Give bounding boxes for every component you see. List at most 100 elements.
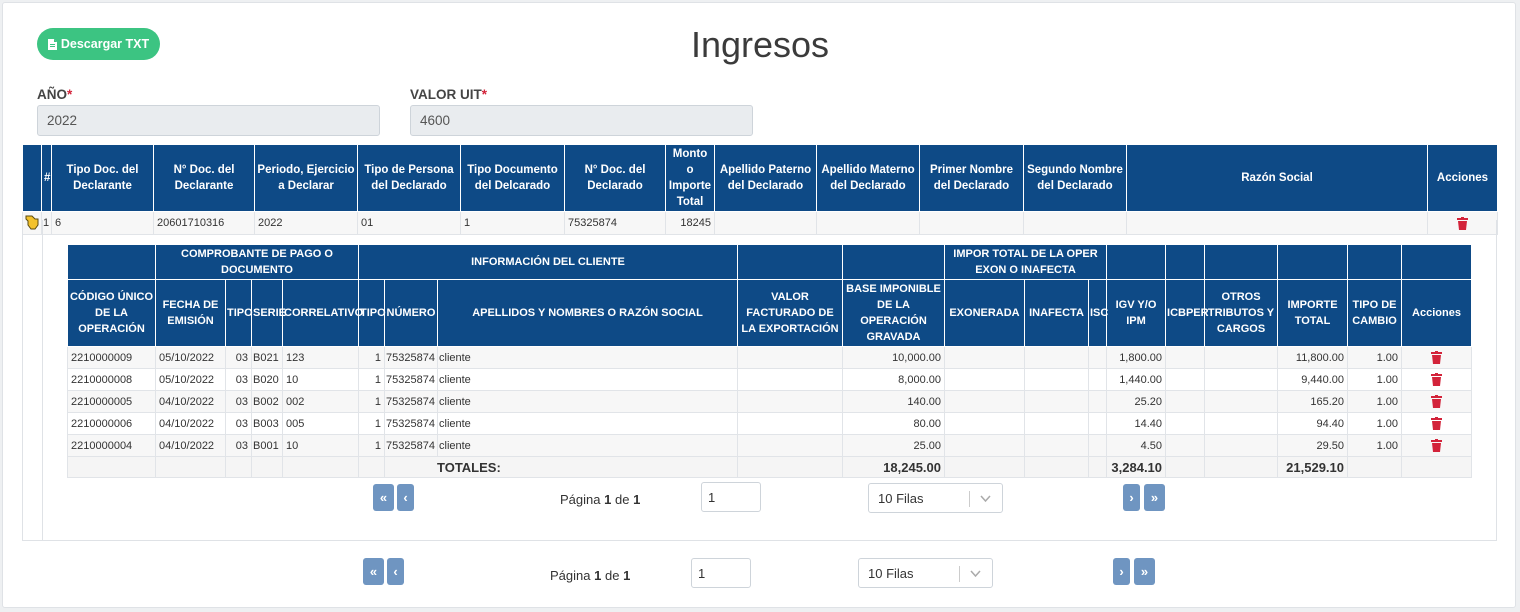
page-indicator: Página 1 de 1 [550, 568, 630, 583]
first-page-button[interactable]: « [363, 558, 384, 585]
col-header: INAFECTA [1024, 279, 1089, 347]
cell-inafecta [1024, 434, 1089, 457]
cell-fecha: 04/10/2022 [155, 434, 226, 457]
cell-fecha: 04/10/2022 [155, 390, 226, 413]
rows-per-page-select[interactable]: 10 Filas [858, 558, 993, 588]
page-number-input[interactable] [701, 482, 761, 512]
rows-per-page-select[interactable]: 10 Filas [868, 483, 1003, 513]
cell-igv: 1,800.00 [1106, 346, 1167, 369]
trash-icon[interactable] [1431, 395, 1443, 408]
uit-required-mark: * [481, 87, 488, 102]
totals-empty [282, 456, 359, 478]
cell-serie: B003 [251, 412, 283, 435]
totals-empty [1024, 456, 1089, 478]
group-header-empty [1401, 244, 1473, 280]
cell-exonerada [944, 390, 1025, 413]
cell-tipo: 03 [225, 390, 252, 413]
cell-igv: 25.20 [1106, 390, 1167, 413]
trash-icon[interactable] [1431, 373, 1443, 386]
cell-fecha: 05/10/2022 [155, 346, 226, 369]
cell-correlativo: 123 [282, 346, 359, 369]
cell-nombre: cliente [437, 412, 738, 435]
uit-label-text: VALOR UIT [410, 87, 482, 102]
cell-numero: 75325874 [384, 368, 438, 391]
totals-base: 18,245.00 [842, 456, 945, 478]
totals-empty [251, 456, 283, 478]
col-header: SERIE [251, 279, 286, 347]
last-page-button[interactable]: » [1134, 558, 1155, 585]
col-header: Periodo, Ejercicio a Declarar [254, 144, 358, 212]
cell-codigo: 2210000008 [67, 368, 156, 391]
totals-empty [1401, 456, 1473, 478]
cell-tipo: 03 [225, 434, 252, 457]
cell-importe: 94.40 [1277, 412, 1349, 435]
col-header: Tipo Documento del Delcarado [460, 144, 565, 212]
year-required-mark: * [67, 87, 73, 102]
cell-codigo: 2210000006 [67, 412, 156, 435]
cell-otros [1204, 390, 1279, 413]
group-header-empty [737, 244, 843, 280]
cell-actions [1401, 346, 1473, 369]
cell-correlativo: 10 [282, 368, 359, 391]
cell-tipo: 03 [225, 368, 252, 391]
table-row: 2210000005 04/10/2022 03 B002 002 1 7532… [67, 390, 1473, 413]
totals-importe: 21,529.10 [1277, 456, 1349, 478]
col-header: Razón Social [1126, 144, 1428, 212]
col-header: ICBPER [1165, 279, 1209, 347]
cell-cambio: 1.00 [1347, 368, 1403, 391]
cell-fecha: 05/10/2022 [155, 368, 226, 391]
cell-importe: 165.20 [1277, 390, 1349, 413]
table-row: 2210000008 05/10/2022 03 B020 10 1 75325… [67, 368, 1473, 391]
cell-serie: B021 [251, 346, 283, 369]
group-header-empty [1165, 244, 1206, 280]
last-page-button[interactable]: » [1144, 484, 1165, 511]
cell-isc [1087, 368, 1108, 391]
receipts-table: COMPROBANTE DE PAGO O DOCUMENTO INFORMAC… [67, 244, 1473, 478]
prev-page-button[interactable]: ‹ [397, 484, 414, 511]
prev-page-button[interactable]: ‹ [387, 558, 404, 585]
cell-valor-exportacion [737, 412, 843, 435]
group-header-cliente: INFORMACIÓN DEL CLIENTE [358, 244, 738, 280]
cell-tipo-cliente: 1 [358, 368, 385, 391]
cell-base: 140.00 [842, 390, 945, 413]
first-page-button[interactable]: « [373, 484, 394, 511]
col-header: Apellido Paterno del Declarado [714, 144, 817, 212]
totals-empty [225, 456, 252, 478]
cell-cambio: 1.00 [1347, 346, 1403, 369]
page-of-word: de [614, 492, 630, 507]
cell-serie: B002 [251, 390, 283, 413]
totals-empty [1087, 456, 1108, 478]
col-header: Apellido Materno del Declarado [816, 144, 920, 212]
totals-igv: 3,284.10 [1106, 456, 1167, 478]
cell-correlativo: 10 [282, 434, 359, 457]
col-header: TIPO DE CAMBIO [1347, 279, 1403, 347]
page-number-input[interactable] [691, 558, 751, 588]
totals-empty [67, 456, 156, 478]
year-input[interactable] [37, 105, 380, 136]
rows-per-page-value: 10 Filas [868, 565, 914, 581]
col-header: # [41, 144, 52, 212]
chevron-down-icon [980, 495, 991, 503]
col-header: CÓDIGO ÚNICO DE LA OPERACIÓN [67, 279, 156, 347]
cell-serie: B020 [251, 368, 283, 391]
uit-input[interactable] [410, 105, 753, 136]
col-header: N° Doc. del Declarante [153, 144, 255, 212]
trash-icon[interactable] [1431, 351, 1443, 364]
page-total: 1 [633, 492, 641, 507]
cell-inafecta [1024, 390, 1089, 413]
col-header: BASE IMPONIBLE DE LA OPERACIÓN GRAVADA [842, 279, 945, 347]
page-current: 1 [594, 568, 602, 583]
cell-valor-exportacion [737, 434, 843, 457]
trash-icon[interactable] [1431, 439, 1443, 452]
cell-base: 80.00 [842, 412, 945, 435]
trash-icon[interactable] [1431, 417, 1443, 430]
next-page-button[interactable]: › [1123, 484, 1140, 511]
uit-label: VALOR UIT* [410, 87, 487, 102]
cell-nombre: cliente [437, 368, 738, 391]
cell-importe: 11,800.00 [1277, 346, 1349, 369]
group-header-row: COMPROBANTE DE PAGO O DOCUMENTO INFORMAC… [67, 244, 1473, 280]
detail-divider [42, 220, 43, 540]
cell-correlativo: 005 [282, 412, 359, 435]
next-page-button[interactable]: › [1113, 558, 1130, 585]
cell-exonerada [944, 346, 1025, 369]
